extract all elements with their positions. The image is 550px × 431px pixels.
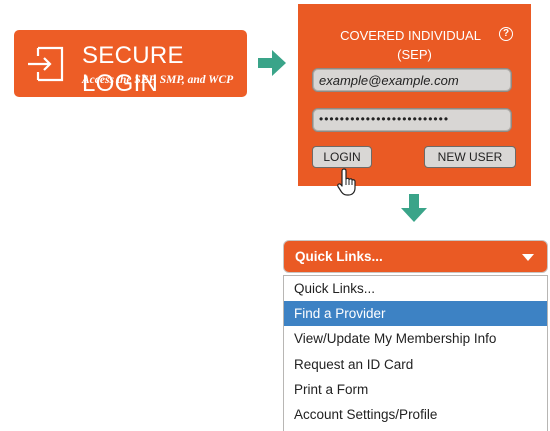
panel-header-subtitle: (SEP)	[397, 47, 432, 62]
quick-links-selected: Quick Links...	[295, 249, 383, 264]
quick-links-options: Quick Links... Find a Provider View/Upda…	[283, 275, 548, 431]
option-view-update-membership[interactable]: View/Update My Membership Info	[284, 326, 547, 351]
panel-header-title: COVERED INDIVIDUAL	[340, 28, 481, 43]
option-print-a-form[interactable]: Print a Form	[284, 377, 547, 402]
option-quick-links[interactable]: Quick Links...	[284, 276, 547, 301]
login-door-icon	[28, 46, 64, 82]
arrow-right-icon	[258, 50, 286, 76]
chevron-down-icon	[522, 254, 534, 261]
option-request-id-card[interactable]: Request an ID Card	[284, 352, 547, 377]
quick-links-dropdown[interactable]: Quick Links...	[283, 240, 548, 273]
login-panel-header: COVERED INDIVIDUAL ? (SEP)	[298, 26, 531, 64]
option-account-settings[interactable]: Account Settings/Profile	[284, 402, 547, 427]
secure-login-title: SECURE LOGIN	[82, 42, 184, 97]
login-panel: COVERED INDIVIDUAL ? (SEP) example@examp…	[298, 4, 531, 186]
login-button[interactable]: LOGIN	[312, 146, 372, 168]
email-field[interactable]: example@example.com	[312, 68, 512, 92]
stage: SECURE LOGIN Access the SEP, SMP, and WC…	[0, 0, 550, 431]
hand-pointer-icon	[337, 168, 356, 196]
secure-login-button[interactable]: SECURE LOGIN Access the SEP, SMP, and WC…	[14, 30, 247, 97]
new-user-button[interactable]: NEW USER	[424, 146, 516, 168]
help-icon[interactable]: ?	[499, 27, 513, 41]
secure-login-subtitle: Access the SEP, SMP, and WCP	[82, 74, 234, 86]
password-field[interactable]: •••••••••••••••••••••••••	[312, 108, 512, 132]
arrow-down-icon	[401, 194, 427, 222]
option-find-a-provider[interactable]: Find a Provider	[284, 301, 547, 327]
